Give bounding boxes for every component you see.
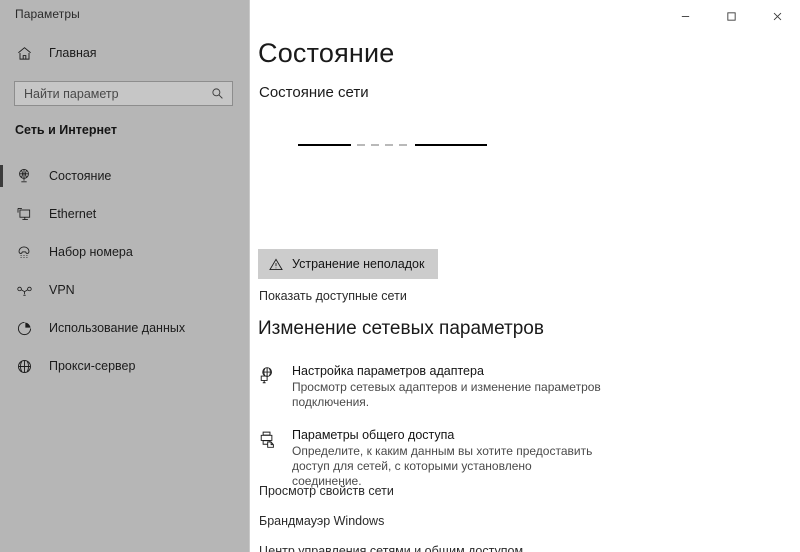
setting-adapter-options[interactable]: Настройка параметров адаптера Просмотр с… (258, 364, 618, 410)
sidebar-item-data-usage-label: Использование данных (49, 321, 186, 335)
sidebar-item-home-label: Главная (49, 46, 97, 60)
selection-indicator (0, 165, 3, 187)
close-button[interactable] (754, 0, 800, 32)
diagram-line-left (298, 144, 351, 146)
setting-adapter-desc: Просмотр сетевых адаптеров и изменение п… (292, 380, 601, 409)
setting-sharing-desc: Определите, к каким данным вы хотите пре… (292, 444, 593, 488)
sharing-printer-folder-icon (258, 428, 282, 489)
troubleshoot-button-label: Устранение неполадок (292, 257, 425, 271)
globe-proxy-icon (13, 356, 35, 376)
minimize-button[interactable] (662, 0, 708, 32)
setting-adapter-title: Настройка параметров адаптера (292, 364, 484, 378)
sidebar-item-ethernet-label: Ethernet (49, 207, 97, 221)
diagram-line-right (415, 144, 487, 146)
setting-adapter-body: Настройка параметров адаптера Просмотр с… (292, 364, 604, 410)
show-available-networks-link[interactable]: Показать доступные сети (259, 289, 407, 303)
setting-sharing-options[interactable]: Параметры общего доступа Определите, к к… (258, 428, 618, 489)
sidebar-item-proxy[interactable]: Прокси-сервер (0, 347, 249, 385)
sidebar-item-status-label: Состояние (49, 169, 112, 183)
warning-triangle-icon (269, 258, 283, 271)
sidebar-item-dialup-label: Набор номера (49, 245, 133, 259)
home-icon (13, 43, 35, 63)
sidebar-item-status[interactable]: Состояние (0, 157, 249, 195)
settings-window: Параметры Главная Сеть и Интерн (0, 0, 800, 552)
network-status-heading: Состояние сети (259, 84, 369, 101)
adapter-globe-monitor-icon (258, 364, 282, 410)
link-windows-firewall[interactable]: Брандмауэр Windows (259, 514, 384, 528)
search-input[interactable] (15, 82, 206, 105)
link-network-sharing-center[interactable]: Центр управления сетями и общим доступом (259, 544, 523, 552)
setting-sharing-title: Параметры общего доступа (292, 428, 455, 442)
page-title: Состояние (258, 38, 395, 68)
sidebar-item-ethernet[interactable]: Ethernet (0, 195, 249, 233)
data-usage-pie-icon (13, 318, 35, 338)
app-title: Параметры (15, 7, 80, 21)
sidebar-item-home[interactable]: Главная (0, 34, 249, 72)
search-box[interactable] (14, 81, 233, 106)
main-content: Состояние Состояние сети Устранение непо… (250, 0, 800, 552)
minimize-icon (680, 11, 691, 22)
setting-sharing-body: Параметры общего доступа Определите, к к… (292, 428, 604, 489)
sidebar: Параметры Главная Сеть и Интерн (0, 0, 250, 552)
sidebar-item-dialup[interactable]: Набор номера (0, 233, 249, 271)
title-bar-controls (662, 0, 800, 32)
sidebar-group-header: Сеть и Интернет (15, 123, 117, 137)
link-view-network-properties[interactable]: Просмотр свойств сети (259, 484, 394, 498)
dialup-phone-icon (13, 242, 35, 262)
sidebar-item-vpn[interactable]: VPN (0, 271, 249, 309)
network-diagram (290, 138, 500, 152)
change-settings-heading: Изменение сетевых параметров (258, 318, 544, 339)
search-icon[interactable] (206, 87, 228, 100)
network-status-icon (13, 166, 35, 186)
sidebar-item-data-usage[interactable]: Использование данных (0, 309, 249, 347)
sidebar-item-proxy-label: Прокси-сервер (49, 359, 136, 373)
vpn-key-icon (13, 280, 35, 300)
diagram-line-dashed (357, 144, 409, 146)
maximize-button[interactable] (708, 0, 754, 32)
close-icon (772, 11, 783, 22)
maximize-icon (726, 11, 737, 22)
ethernet-icon (13, 204, 35, 224)
sidebar-item-vpn-label: VPN (49, 283, 75, 297)
troubleshoot-button[interactable]: Устранение неполадок (258, 249, 439, 279)
sidebar-nav-list: Состояние Ethernet Набор номера VPN Испо… (0, 157, 249, 385)
